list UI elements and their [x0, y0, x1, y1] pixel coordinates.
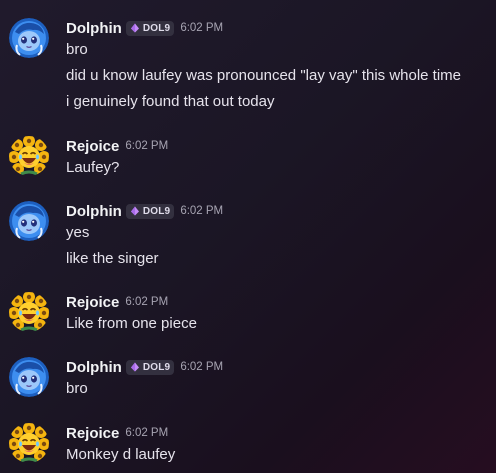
server-tag-label: DOL9: [142, 205, 171, 217]
dolphin-avatar-icon: [9, 201, 49, 241]
avatar[interactable]: [9, 357, 49, 397]
avatar[interactable]: [9, 292, 49, 332]
gem-icon: [130, 23, 140, 33]
message-group: Dolphin DOL9 6:02 PM bro: [0, 357, 496, 402]
username[interactable]: Rejoice: [66, 138, 119, 155]
message-text: Laufey?: [66, 159, 120, 176]
timestamp[interactable]: 6:02 PM: [180, 205, 223, 217]
avatar[interactable]: [9, 136, 49, 176]
username[interactable]: Rejoice: [66, 294, 119, 311]
message-text: Like from one piece: [66, 315, 197, 332]
dolphin-avatar-icon: [9, 18, 49, 58]
server-tag-label: DOL9: [142, 22, 171, 34]
message-header: Rejoice 6:02 PM: [66, 136, 168, 156]
dolphin-avatar-icon: [9, 357, 49, 397]
username[interactable]: Dolphin: [66, 359, 122, 376]
message-text: like the singer: [66, 250, 159, 267]
avatar[interactable]: [9, 201, 49, 241]
username[interactable]: Rejoice: [66, 425, 119, 442]
message-text: yes: [66, 224, 90, 241]
timestamp[interactable]: 6:02 PM: [180, 22, 223, 34]
rejoice-avatar-icon: [9, 136, 49, 176]
message-header: Dolphin DOL9 6:02 PM: [66, 18, 223, 38]
server-tag[interactable]: DOL9: [125, 203, 175, 219]
message-text: bro: [66, 380, 88, 397]
message-group: Rejoice 6:02 PM Monkey d laufey: [0, 423, 496, 468]
message-text: i genuinely found that out today: [66, 93, 275, 110]
message-group: Dolphin DOL9 6:02 PM yes like the singer: [0, 201, 496, 271]
server-tag-label: DOL9: [142, 361, 171, 373]
rejoice-avatar-icon: [9, 423, 49, 463]
timestamp[interactable]: 6:02 PM: [125, 427, 168, 439]
timestamp[interactable]: 6:02 PM: [125, 140, 168, 152]
message-group: Rejoice 6:02 PM Laufey?: [0, 136, 496, 181]
timestamp[interactable]: 6:02 PM: [180, 361, 223, 373]
message-header: Rejoice 6:02 PM: [66, 423, 168, 443]
gem-icon: [130, 206, 140, 216]
rejoice-avatar-icon: [9, 292, 49, 332]
chat-messages: Dolphin DOL9 6:02 PM bro did u know lauf…: [0, 0, 496, 473]
message-group: Rejoice 6:02 PM Like from one piece: [0, 292, 496, 337]
message-text: Monkey d laufey: [66, 446, 176, 463]
timestamp[interactable]: 6:02 PM: [125, 296, 168, 308]
server-tag[interactable]: DOL9: [125, 359, 175, 375]
message-text: did u know laufey was pronounced "lay va…: [66, 67, 462, 84]
server-tag[interactable]: DOL9: [125, 20, 175, 36]
gem-icon: [130, 362, 140, 372]
message-header: Rejoice 6:02 PM: [66, 292, 168, 312]
message-text: bro: [66, 41, 88, 58]
message-group: Dolphin DOL9 6:02 PM bro did u know lauf…: [0, 18, 496, 113]
message-header: Dolphin DOL9 6:02 PM: [66, 201, 223, 221]
message-header: Dolphin DOL9 6:02 PM: [66, 357, 223, 377]
avatar[interactable]: [9, 423, 49, 463]
avatar[interactable]: [9, 18, 49, 58]
username[interactable]: Dolphin: [66, 20, 122, 37]
username[interactable]: Dolphin: [66, 203, 122, 220]
